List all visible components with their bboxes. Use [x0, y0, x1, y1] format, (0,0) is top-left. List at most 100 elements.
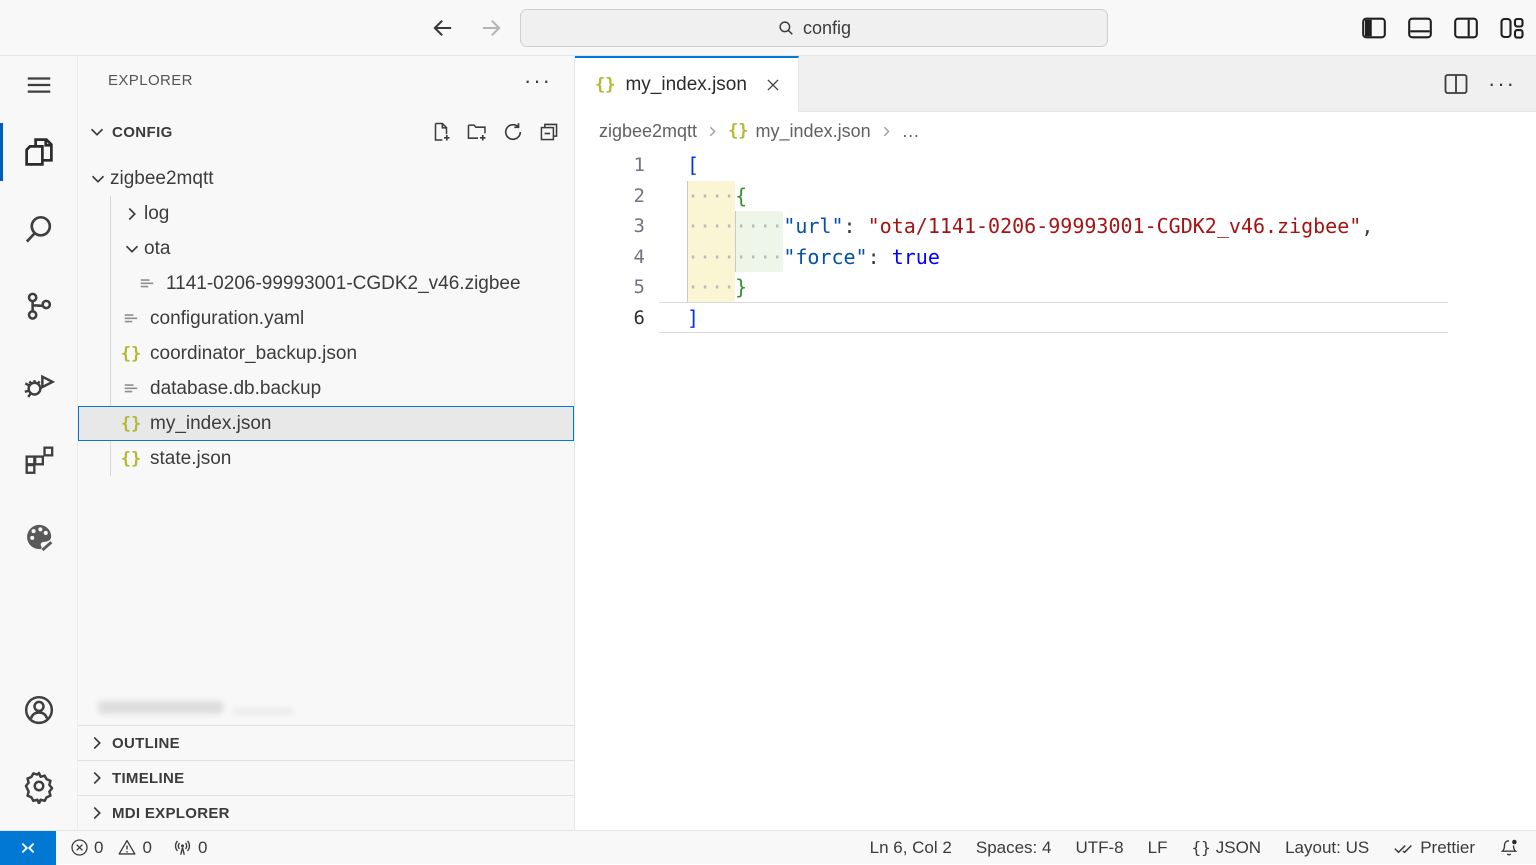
code-line-5[interactable]: 5 ····}: [575, 272, 1536, 303]
settings-gear-icon[interactable]: [0, 748, 78, 824]
problems-indicator[interactable]: 0 0: [62, 838, 160, 858]
tree-item-log[interactable]: log: [78, 196, 574, 231]
language-mode[interactable]: {} JSON: [1184, 838, 1268, 858]
explorer-more-actions-icon[interactable]: ···: [524, 76, 552, 86]
json-file-icon: {}: [120, 448, 142, 470]
tree-item-label: log: [144, 203, 169, 225]
status-bar: 0 0 0 Ln 6, Col 2 Spaces: 4 UTF-8 LF {} …: [0, 830, 1536, 864]
outline-label: OUTLINE: [112, 735, 180, 752]
tree-item-label: ota: [144, 238, 170, 260]
extensions-icon[interactable]: [0, 421, 78, 498]
outline-section[interactable]: OUTLINE: [78, 725, 574, 760]
refresh-icon[interactable]: [502, 121, 524, 143]
chevron-right-icon: [704, 123, 721, 140]
breadcrumb-folder[interactable]: zigbee2mqtt: [599, 121, 697, 142]
source-control-icon[interactable]: [0, 267, 78, 344]
timeline-label: TIMELINE: [112, 770, 184, 787]
cursor-position[interactable]: Ln 6, Col 2: [863, 838, 959, 858]
command-center-search[interactable]: config: [520, 9, 1108, 47]
chevron-right-icon: [86, 767, 108, 789]
tree-item-label: database.db.backup: [150, 378, 321, 400]
code-token: :: [844, 214, 868, 238]
code-editor[interactable]: 1[2····{3········"url": "ota/1141-0206-9…: [575, 150, 1536, 333]
tree-item-ota[interactable]: ota: [78, 231, 574, 266]
workspace-section-header[interactable]: CONFIG: [78, 114, 574, 150]
json-file-icon: {}: [120, 413, 142, 435]
mdi-explorer-label: MDI EXPLORER: [112, 805, 230, 822]
tree-item-database-db-backup[interactable]: database.db.backup: [78, 371, 574, 406]
editor-group: {} my_index.json ··· zigbee2mqtt {} my_i…: [575, 56, 1536, 830]
file-tree: zigbee2mqtt log ota 1141-0206-99993001-CGDK…: [78, 161, 574, 476]
tree-item-coordinator-backup-json[interactable]: {}coordinator_backup.json: [78, 336, 574, 371]
code-token: "url": [783, 214, 843, 238]
customize-layout-icon[interactable]: [1500, 16, 1524, 40]
tree-item-zigbee2mqtt[interactable]: zigbee2mqtt: [78, 161, 574, 196]
chevron-right-icon: [120, 202, 144, 226]
code-line-2[interactable]: 2····{: [575, 181, 1536, 212]
broadcast-tower-icon: [172, 838, 193, 858]
code-line-4[interactable]: 4········"force": true: [575, 242, 1536, 273]
accounts-icon[interactable]: [0, 672, 78, 748]
code-token: "force": [783, 245, 867, 269]
chevron-down-icon: [120, 237, 144, 261]
explorer-sidebar: EXPLORER ··· CONFIG: [78, 56, 575, 830]
code-token: ]: [687, 306, 699, 330]
run-debug-icon[interactable]: [0, 344, 78, 421]
theme-palette-icon[interactable]: [0, 498, 78, 575]
indent-whitespace: ····: [735, 211, 783, 242]
tree-item-1141-0206-99993001-cgdk2-v46-zigbee[interactable]: 1141-0206-99993001-CGDK2_v46.zigbee: [78, 266, 574, 301]
line-number: 1: [575, 150, 645, 181]
code-line-6[interactable]: 6]: [575, 303, 1536, 334]
new-folder-icon[interactable]: [466, 121, 488, 143]
ports-count: 0: [198, 838, 207, 858]
sidebar-title: EXPLORER: [108, 72, 524, 89]
line-number: 3: [575, 211, 645, 242]
keyboard-layout[interactable]: Layout: US: [1278, 838, 1376, 858]
formatter-indicator[interactable]: Prettier: [1386, 838, 1482, 858]
breadcrumb-symbol[interactable]: …: [902, 121, 920, 142]
forward-icon[interactable]: [476, 13, 506, 43]
indent-whitespace: ····: [687, 211, 735, 242]
tree-item-label: configuration.yaml: [150, 308, 304, 330]
toggle-primary-sidebar-icon[interactable]: [1362, 16, 1386, 40]
file-icon: [120, 308, 142, 330]
editor-more-actions-icon[interactable]: ···: [1488, 79, 1516, 89]
braces-icon: {}: [1191, 838, 1210, 857]
tree-item-configuration-yaml[interactable]: configuration.yaml: [78, 301, 574, 336]
timeline-section[interactable]: TIMELINE: [78, 760, 574, 795]
blurred-artifact: [98, 701, 223, 714]
title-bar: config: [0, 0, 1536, 56]
search-view-icon[interactable]: [0, 190, 78, 267]
indentation-indicator[interactable]: Spaces: 4: [969, 838, 1059, 858]
tree-item-state-json[interactable]: {}state.json: [78, 441, 574, 476]
indent-whitespace: ····: [687, 242, 735, 273]
mdi-explorer-section[interactable]: MDI EXPLORER: [78, 795, 574, 830]
notifications-bell-icon[interactable]: [1492, 838, 1526, 858]
split-editor-icon[interactable]: [1444, 73, 1468, 95]
tab-my-index-json[interactable]: {} my_index.json: [575, 56, 799, 112]
code-line-3[interactable]: 3········"url": "ota/1141-0206-99993001-…: [575, 211, 1536, 242]
eol-indicator[interactable]: LF: [1141, 838, 1175, 858]
new-file-icon[interactable]: [430, 121, 452, 143]
code-token: true: [892, 245, 940, 269]
line-number: 5: [575, 272, 645, 303]
code-line-1[interactable]: 1[: [575, 150, 1536, 181]
indent-whitespace: ····: [687, 272, 735, 303]
toggle-secondary-sidebar-icon[interactable]: [1454, 16, 1478, 40]
chevron-right-icon: [878, 123, 895, 140]
code-token: }: [735, 275, 747, 299]
back-icon[interactable]: [428, 13, 458, 43]
breadcrumb-file[interactable]: my_index.json: [756, 121, 871, 142]
warning-count: 0: [142, 838, 151, 858]
collapse-folders-icon[interactable]: [538, 121, 560, 143]
toggle-panel-icon[interactable]: [1408, 16, 1432, 40]
remote-indicator[interactable]: [0, 831, 56, 865]
close-tab-icon[interactable]: [762, 74, 784, 96]
tree-item-label: my_index.json: [150, 413, 271, 435]
tree-item-my-index-json[interactable]: {} my_index.json: [78, 406, 574, 441]
explorer-icon[interactable]: [0, 114, 78, 190]
search-icon: [777, 19, 795, 37]
ports-indicator[interactable]: 0: [164, 838, 215, 858]
menu-icon[interactable]: [0, 56, 78, 114]
encoding-indicator[interactable]: UTF-8: [1068, 838, 1130, 858]
